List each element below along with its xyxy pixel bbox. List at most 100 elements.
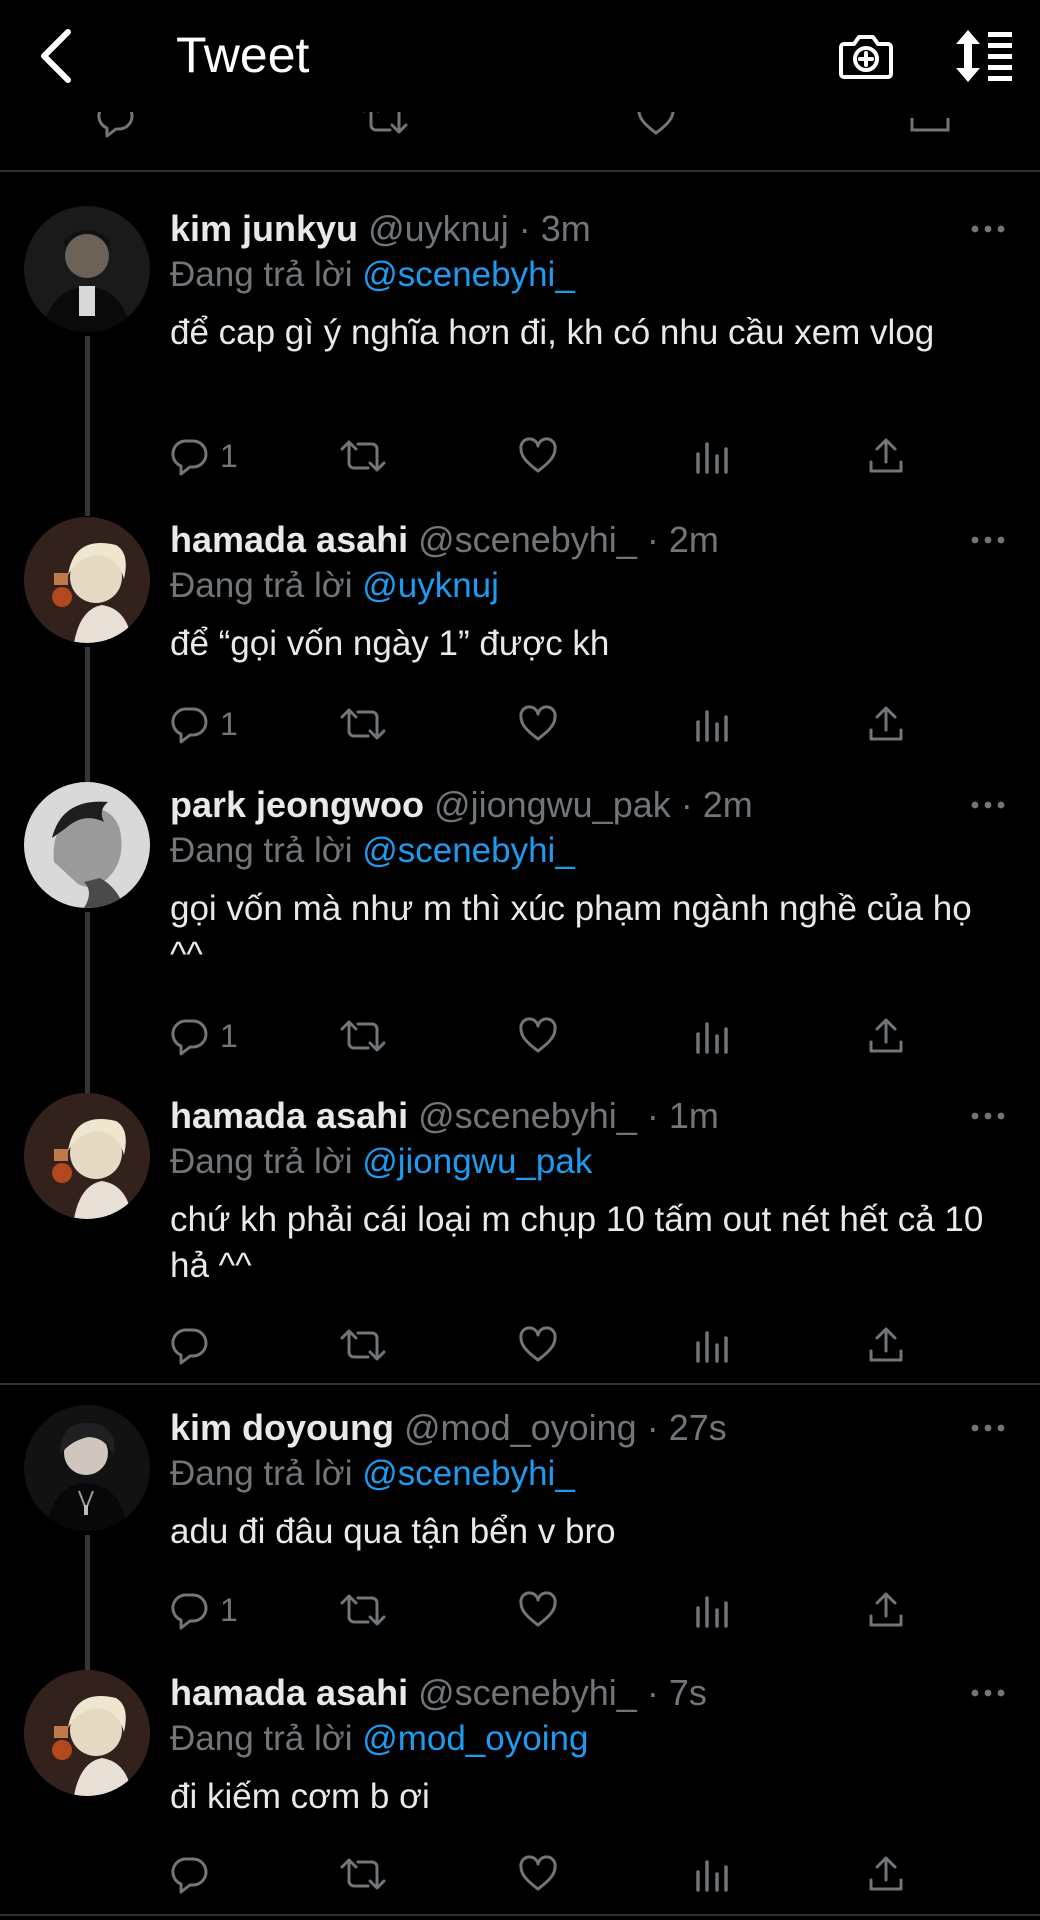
more-dots-icon[interactable] xyxy=(970,1109,1006,1123)
like-button[interactable] xyxy=(518,1323,558,1367)
avatar[interactable] xyxy=(24,1093,150,1219)
like-button[interactable] xyxy=(518,434,558,478)
display-name[interactable]: hamada asahi xyxy=(170,1095,408,1136)
handle[interactable]: @scenebyhi_ xyxy=(418,1095,637,1136)
reply-tweet[interactable]: hamada asahi @scenebyhi_ · 2m Đang trả l… xyxy=(0,517,1040,782)
display-name[interactable]: hamada asahi xyxy=(170,519,408,560)
heart-icon[interactable] xyxy=(636,112,676,138)
more-dots-icon[interactable] xyxy=(970,222,1006,236)
retweet-icon[interactable] xyxy=(362,112,408,138)
back-button[interactable] xyxy=(30,22,90,92)
views-button[interactable] xyxy=(692,1588,732,1632)
bar-chart-icon xyxy=(692,1325,732,1365)
separator: · xyxy=(670,784,703,825)
views-button[interactable] xyxy=(692,1323,732,1367)
replying-to-label: Đang trả lời xyxy=(170,1719,363,1758)
more-dots-icon[interactable] xyxy=(970,1421,1006,1435)
share-upload-icon xyxy=(866,1016,906,1056)
like-button[interactable] xyxy=(518,702,558,746)
handle[interactable]: @mod_oyoing xyxy=(404,1407,637,1448)
handle[interactable]: @jiongwu_pak xyxy=(434,784,671,825)
retweet-button[interactable] xyxy=(340,434,386,478)
separator: · xyxy=(508,208,541,249)
share-button[interactable] xyxy=(866,1323,906,1367)
tweet-text: chứ kh phải cái loại m chụp 10 tấm out n… xyxy=(170,1200,984,1285)
more-dots-icon[interactable] xyxy=(970,1686,1006,1700)
action-bar: 1 xyxy=(170,1014,930,1064)
action-bar xyxy=(170,1852,930,1902)
retweet-button[interactable] xyxy=(340,1323,386,1367)
heart-icon xyxy=(518,1325,558,1365)
retweet-button[interactable] xyxy=(340,1588,386,1632)
like-button[interactable] xyxy=(518,1014,558,1058)
handle[interactable]: @scenebyhi_ xyxy=(418,1672,637,1713)
mention-link[interactable]: @scenebyhi_ xyxy=(362,831,575,870)
views-button[interactable] xyxy=(692,434,732,478)
like-button[interactable] xyxy=(518,1588,558,1632)
mention-link[interactable]: @scenebyhi_ xyxy=(362,1454,575,1493)
tweet-text: adu đi đâu qua tận bển v bro xyxy=(170,1512,616,1551)
divider xyxy=(0,1914,1040,1916)
more-dots-icon[interactable] xyxy=(970,798,1006,812)
sort-icon xyxy=(956,30,1012,82)
share-button[interactable] xyxy=(866,702,906,746)
separator: · xyxy=(636,1672,669,1713)
bookmark-icon[interactable] xyxy=(910,112,950,138)
mention-link[interactable]: @scenebyhi_ xyxy=(362,255,575,294)
reply-button[interactable]: 1 xyxy=(170,1588,238,1632)
replying-to-label: Đang trả lời xyxy=(170,831,363,870)
display-name[interactable]: park jeongwoo xyxy=(170,784,424,825)
views-button[interactable] xyxy=(692,1852,732,1896)
display-name[interactable]: kim doyoung xyxy=(170,1407,394,1448)
reply-tweet[interactable]: kim doyoung @mod_oyoing · 27s Đang trả l… xyxy=(0,1405,1040,1670)
share-button[interactable] xyxy=(866,1852,906,1896)
mention-link[interactable]: @mod_oyoing xyxy=(362,1719,588,1758)
retweet-icon xyxy=(340,1854,386,1894)
avatar[interactable] xyxy=(24,517,150,643)
reply-bubble-icon xyxy=(170,1325,210,1365)
mention-link[interactable]: @jiongwu_pak xyxy=(362,1142,592,1181)
display-name[interactable]: kim junkyu xyxy=(170,208,358,249)
retweet-button[interactable] xyxy=(340,1014,386,1058)
reply-tweet[interactable]: kim junkyu @uyknuj · 3m Đang trả lời @sc… xyxy=(0,206,1040,516)
views-button[interactable] xyxy=(692,702,732,746)
bar-chart-icon xyxy=(692,1016,732,1056)
camera-plus-icon xyxy=(839,35,893,79)
more-dots-icon[interactable] xyxy=(970,533,1006,547)
reply-button[interactable]: 1 xyxy=(170,434,238,478)
views-button[interactable] xyxy=(692,1014,732,1058)
avatar[interactable] xyxy=(24,782,150,908)
mention-link[interactable]: @uyknuj xyxy=(362,566,499,605)
share-upload-icon xyxy=(866,704,906,744)
heart-icon xyxy=(518,1016,558,1056)
avatar[interactable] xyxy=(24,206,150,332)
display-name[interactable]: hamada asahi xyxy=(170,1672,408,1713)
handle[interactable]: @uyknuj xyxy=(368,208,509,249)
original-tweet-actions xyxy=(0,112,1040,138)
reply-button[interactable] xyxy=(170,1323,220,1367)
timestamp: 2m xyxy=(702,784,753,825)
reply-tweet[interactable]: hamada asahi @scenebyhi_ · 7s Đang trả l… xyxy=(0,1670,1040,1920)
handle[interactable]: @scenebyhi_ xyxy=(418,519,637,560)
reply-button[interactable]: 1 xyxy=(170,702,238,746)
avatar[interactable] xyxy=(24,1670,150,1796)
retweet-button[interactable] xyxy=(340,1852,386,1896)
tweet-text: để cap gì ý nghĩa hơn đi, kh có nhu cầu … xyxy=(170,313,935,352)
reply-bubble-icon[interactable] xyxy=(96,112,136,138)
sort-button[interactable] xyxy=(950,26,1016,86)
reply-tweet[interactable]: hamada asahi @scenebyhi_ · 1m Đang trả l… xyxy=(0,1093,1040,1383)
retweet-button[interactable] xyxy=(340,702,386,746)
camera-button[interactable] xyxy=(836,26,896,86)
avatar[interactable] xyxy=(24,1405,150,1531)
action-bar: 1 xyxy=(170,702,930,752)
reply-button[interactable] xyxy=(170,1852,220,1896)
reply-button[interactable]: 1 xyxy=(170,1014,238,1058)
like-button[interactable] xyxy=(518,1852,558,1896)
replying-to-label: Đang trả lời xyxy=(170,566,363,605)
thread-line xyxy=(85,912,90,1094)
share-button[interactable] xyxy=(866,1014,906,1058)
share-button[interactable] xyxy=(866,434,906,478)
reply-tweet[interactable]: park jeongwoo @jiongwu_pak · 2m Đang trả… xyxy=(0,782,1040,1094)
share-button[interactable] xyxy=(866,1588,906,1632)
chevron-left-icon xyxy=(41,29,71,83)
